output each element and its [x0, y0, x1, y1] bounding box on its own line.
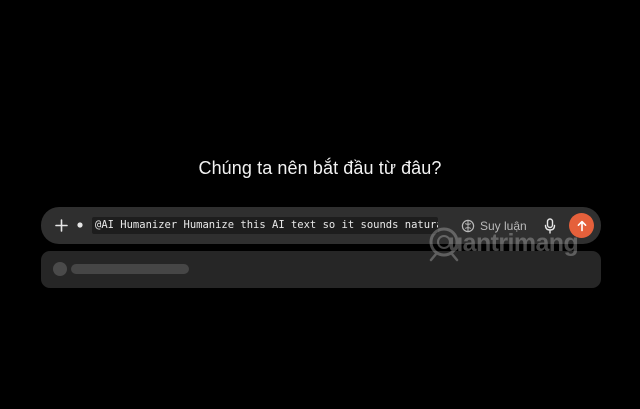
- add-button[interactable]: [51, 215, 71, 235]
- tool-button[interactable]: [76, 221, 84, 229]
- page-title: Chúng ta nên bắt đầu từ đâu?: [198, 158, 442, 178]
- dot-icon: [77, 222, 83, 228]
- plus-icon: [54, 218, 68, 232]
- skeleton-avatar: [53, 262, 67, 276]
- globe-icon: [461, 219, 475, 232]
- suggestion-placeholder: [41, 251, 601, 288]
- prompt-input[interactable]: @AI Humanizer Humanize this AI text so i…: [92, 217, 438, 234]
- chat-home: Chúng ta nên bắt đầu từ đâu? @AI Humaniz…: [0, 0, 640, 409]
- reasoning-button[interactable]: Suy luận: [461, 216, 527, 235]
- microphone-icon: [544, 217, 556, 234]
- composer-bar: @AI Humanizer Humanize this AI text so i…: [41, 207, 601, 244]
- arrow-up-icon: [577, 220, 586, 231]
- reasoning-label: Suy luận: [480, 218, 527, 233]
- send-button[interactable]: [569, 213, 594, 238]
- skeleton-line: [71, 264, 189, 274]
- voice-button[interactable]: [541, 216, 559, 235]
